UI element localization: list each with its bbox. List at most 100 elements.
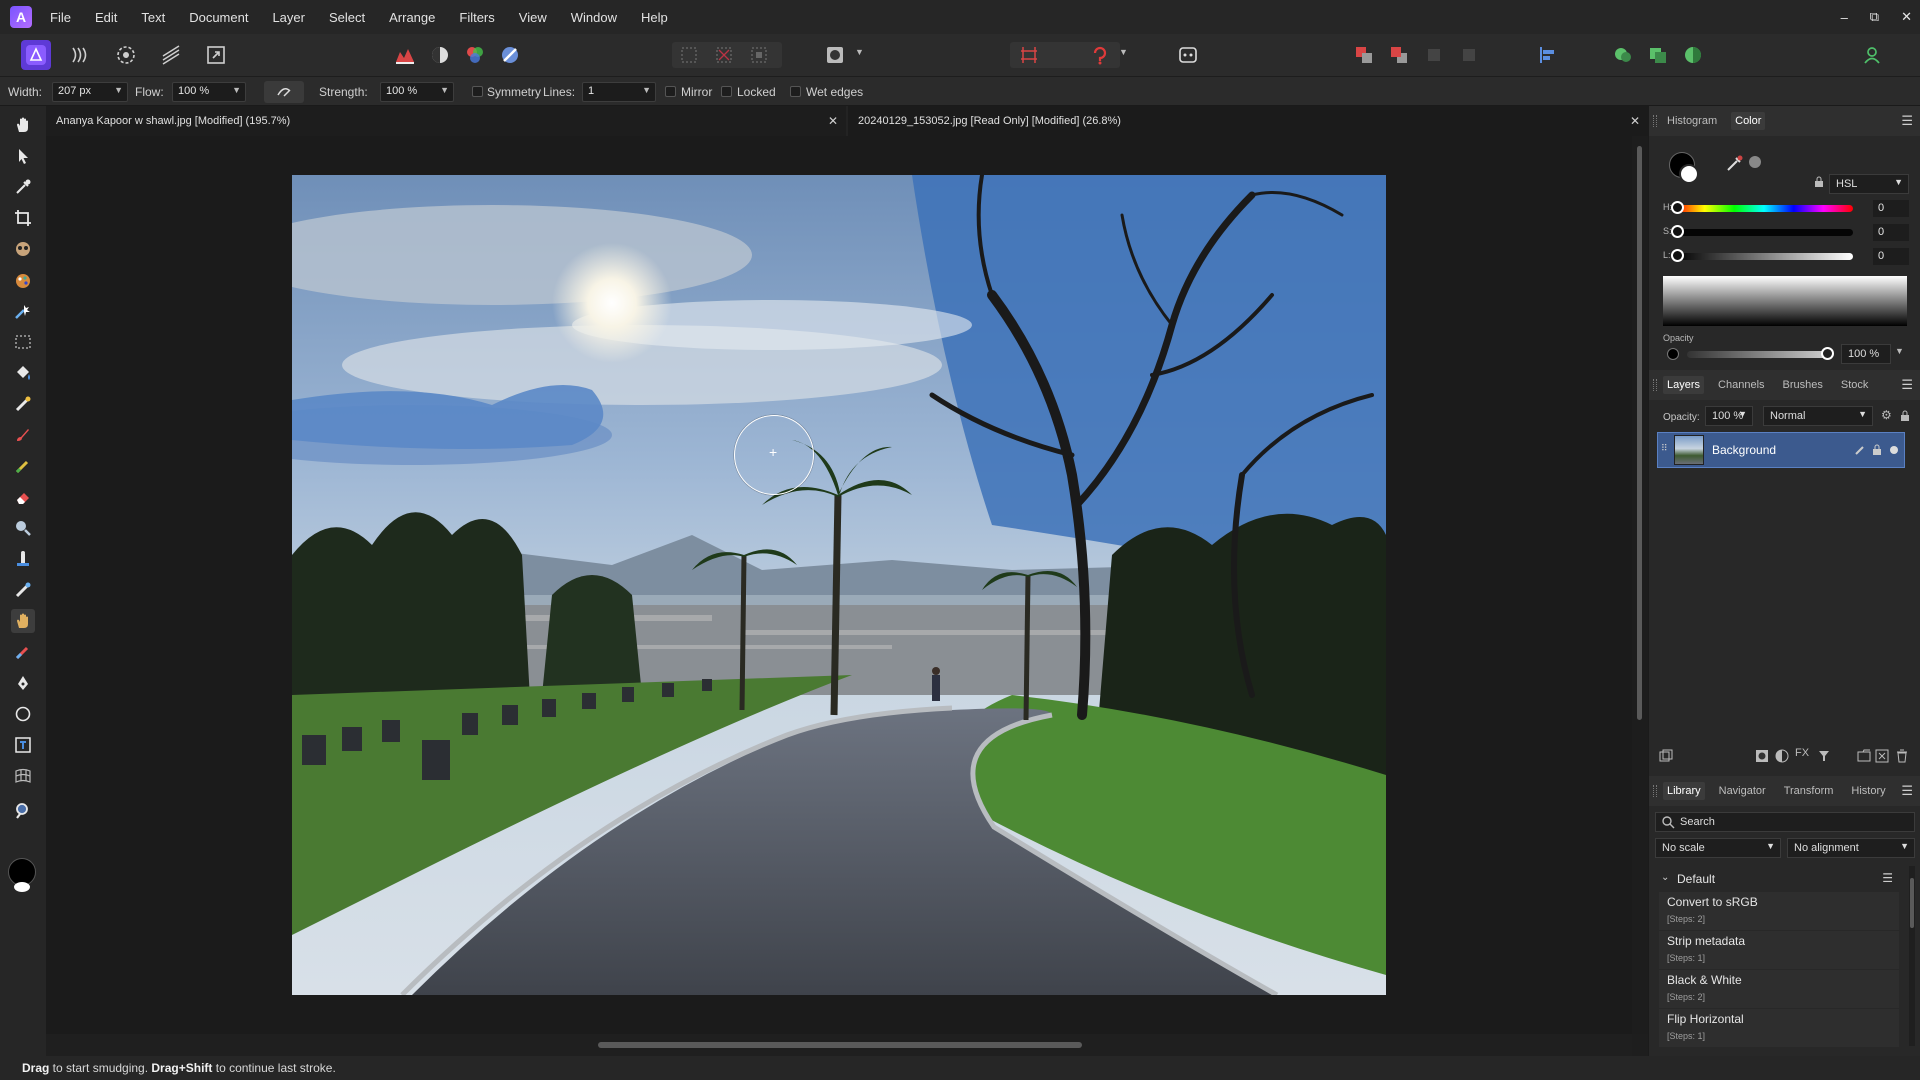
- menu-select[interactable]: Select: [329, 10, 382, 25]
- blend-mode-dropdown-icon[interactable]: ▼: [1858, 409, 1867, 419]
- layer-visibility-icon[interactable]: [1890, 446, 1898, 454]
- adjustment-layer-icon[interactable]: [1775, 749, 1789, 763]
- menu-text[interactable]: Text: [141, 10, 182, 25]
- locked-checkbox[interactable]: [721, 86, 732, 97]
- menu-edit[interactable]: Edit: [95, 10, 134, 25]
- document-tab-1[interactable]: Ananya Kapoor w shawl.jpg [Modified] (19…: [46, 106, 846, 136]
- flood-fill-tool-icon[interactable]: [11, 361, 35, 385]
- menu-help[interactable]: Help: [641, 10, 685, 25]
- view-tool-hand-icon[interactable]: [11, 113, 35, 137]
- opacity-value-field[interactable]: 100 %: [1841, 344, 1891, 364]
- deselect-icon[interactable]: [709, 40, 739, 70]
- library-scale-select[interactable]: No scale ▼: [1655, 838, 1781, 858]
- add-group-icon[interactable]: [1857, 749, 1871, 763]
- saturation-slider[interactable]: S: 0: [1663, 224, 1913, 242]
- tab-channels[interactable]: Channels: [1714, 376, 1768, 394]
- width-dropdown-icon[interactable]: ▼: [114, 85, 123, 95]
- vertical-scrollbar[interactable]: [1632, 136, 1648, 1034]
- tab-layers[interactable]: Layers: [1663, 376, 1705, 394]
- live-filter-icon[interactable]: FX: [1795, 747, 1809, 759]
- lightness-slider[interactable]: L: 0: [1663, 248, 1913, 266]
- panel-grip-icon[interactable]: [1653, 785, 1657, 797]
- rectangular-marquee-tool-icon[interactable]: [11, 330, 35, 354]
- menu-document[interactable]: Document: [189, 10, 265, 25]
- minimize-icon[interactable]: –: [1841, 10, 1848, 25]
- library-search-input[interactable]: Search: [1655, 812, 1915, 832]
- panel-grip-icon[interactable]: [1653, 379, 1657, 391]
- tab-histogram[interactable]: Histogram: [1663, 112, 1721, 130]
- frame-text-tool-icon[interactable]: [11, 733, 35, 757]
- assistant-dropdown-icon[interactable]: ▼: [1119, 47, 1128, 57]
- clone-brush-tool-icon[interactable]: [11, 547, 35, 571]
- quick-mask-dropdown-icon[interactable]: ▼: [855, 47, 864, 57]
- strength-dropdown-icon[interactable]: ▼: [440, 85, 449, 95]
- tab-transform[interactable]: Transform: [1780, 782, 1838, 800]
- gradient-tool-icon[interactable]: [11, 392, 35, 416]
- layer-row-lock-icon[interactable]: [1872, 444, 1882, 456]
- pixel-tool-icon[interactable]: [11, 454, 35, 478]
- photo-image[interactable]: [292, 175, 1386, 995]
- layer-row-background[interactable]: ⠿ Background: [1657, 432, 1905, 468]
- eyedropper-icon[interactable]: [1725, 153, 1745, 173]
- symmetry-checkbox[interactable]: [472, 86, 483, 97]
- flow-field[interactable]: 100 % ▼: [172, 82, 246, 102]
- lines-field[interactable]: 1 ▼: [582, 82, 656, 102]
- color-picker-tool-icon[interactable]: [11, 175, 35, 199]
- paint-mixer-tool-icon[interactable]: [11, 268, 35, 292]
- color-lock-icon[interactable]: [1813, 176, 1825, 188]
- tab-history[interactable]: History: [1847, 782, 1889, 800]
- invert-selection-icon[interactable]: [744, 40, 774, 70]
- hue-track[interactable]: [1675, 205, 1853, 212]
- hue-slider[interactable]: H: 0: [1663, 200, 1913, 218]
- secondary-color-swatch[interactable]: [14, 882, 30, 892]
- align-icon[interactable]: [1532, 40, 1562, 70]
- library-scale-dropdown-icon[interactable]: ▼: [1766, 841, 1775, 851]
- select-all-icon[interactable]: [674, 40, 704, 70]
- library-item[interactable]: Flip Horizontal [Steps: 1]: [1659, 1009, 1899, 1047]
- smudge-brush-tool-icon[interactable]: [11, 609, 35, 633]
- menu-window[interactable]: Window: [571, 10, 634, 25]
- document-tab-2[interactable]: 20240129_153052.jpg [Read Only] [Modifie…: [848, 106, 1648, 136]
- strength-field[interactable]: 100 % ▼: [380, 82, 454, 102]
- mode-icon[interactable]: [1173, 40, 1203, 70]
- close-tab-icon[interactable]: ✕: [828, 114, 838, 128]
- selection-intersect-icon[interactable]: [1678, 40, 1708, 70]
- menu-view[interactable]: View: [519, 10, 564, 25]
- menu-layer[interactable]: Layer: [272, 10, 322, 25]
- layer-duplicate-icon[interactable]: [1659, 749, 1673, 763]
- affinity-photo-logo-icon[interactable]: A: [10, 6, 32, 28]
- snapping-icon[interactable]: [1014, 40, 1044, 70]
- ellipse-tool-icon[interactable]: [11, 702, 35, 726]
- layer-brush-icon[interactable]: [1854, 444, 1866, 456]
- wet-edges-checkbox[interactable]: [790, 86, 801, 97]
- auto-white-balance-icon[interactable]: [495, 40, 525, 70]
- library-alignment-dropdown-icon[interactable]: ▼: [1900, 841, 1909, 851]
- tab-navigator[interactable]: Navigator: [1715, 782, 1770, 800]
- arrange-front-icon[interactable]: [1384, 40, 1414, 70]
- document-photo-canvas[interactable]: [292, 175, 1386, 995]
- panel-grip-icon[interactable]: [1653, 115, 1657, 127]
- red-eye-tool-icon[interactable]: [11, 237, 35, 261]
- flow-dropdown-icon[interactable]: ▼: [232, 85, 241, 95]
- levels-adjustment-icon[interactable]: [390, 40, 420, 70]
- arrange-back-icon[interactable]: [1349, 40, 1379, 70]
- lightness-value[interactable]: 0: [1873, 248, 1909, 265]
- hue-value[interactable]: 0: [1873, 200, 1909, 217]
- saturation-track[interactable]: [1675, 229, 1853, 236]
- opacity-knob[interactable]: [1821, 347, 1834, 360]
- auto-contrast-icon[interactable]: [425, 40, 455, 70]
- tone-mapping-persona-icon[interactable]: [156, 40, 186, 70]
- opacity-track[interactable]: [1687, 351, 1827, 358]
- user-account-icon[interactable]: [1857, 40, 1887, 70]
- move-tool-icon[interactable]: [11, 144, 35, 168]
- lightness-track[interactable]: [1675, 253, 1853, 260]
- quick-mask-icon[interactable]: [820, 40, 850, 70]
- opacity-dropdown-icon[interactable]: ▼: [1895, 346, 1904, 356]
- width-field[interactable]: 207 px ▼: [52, 82, 128, 102]
- color-stroke-swatch[interactable]: [1679, 164, 1699, 184]
- color-model-dropdown-icon[interactable]: ▼: [1894, 177, 1903, 187]
- selection-subtract-icon[interactable]: [1643, 40, 1673, 70]
- close-tab-icon[interactable]: ✕: [1630, 114, 1640, 128]
- filter-icon[interactable]: [1817, 749, 1831, 763]
- library-scrollbar[interactable]: [1909, 866, 1915, 1046]
